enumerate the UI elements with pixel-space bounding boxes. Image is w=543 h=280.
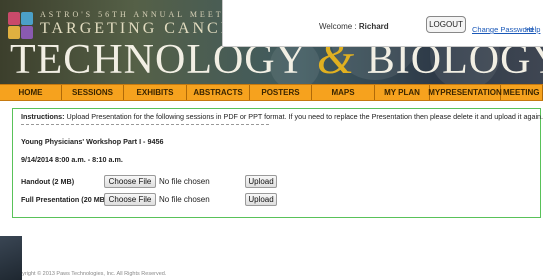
session-time: 9/14/2014 8:00 a.m. - 8:10 a.m. — [21, 155, 123, 164]
nav-posters[interactable]: POSTERS — [250, 85, 312, 100]
handout-file-status: No file chosen — [159, 177, 210, 186]
page-corner-shadow — [0, 236, 22, 280]
full-presentation-upload-button[interactable]: Upload — [245, 193, 277, 206]
handout-choose-file-button[interactable]: Choose File — [104, 175, 156, 188]
nav-exhibits[interactable]: EXHIBITS — [124, 85, 187, 100]
nav-home[interactable]: HOME — [0, 85, 62, 100]
nav-mypresentation[interactable]: MYPRESENTATION — [428, 85, 502, 100]
help-link[interactable]: Help — [525, 25, 540, 34]
main-nav: HOME SESSIONS EXHIBITS ABSTRACTS POSTERS… — [0, 84, 543, 101]
handout-label: Handout (2 MB) — [21, 177, 75, 186]
instructions-text: Upload Presentation for the following se… — [64, 112, 543, 121]
session-title: Young Physicians' Workshop Part I - 9456 — [21, 137, 164, 146]
nav-my-plan[interactable]: MY PLAN — [375, 85, 430, 100]
instructions: Instructions: Upload Presentation for th… — [21, 112, 543, 121]
instructions-label: Instructions: — [21, 112, 65, 121]
logout-button[interactable]: LOGOUT — [426, 16, 466, 33]
divider — [21, 124, 269, 125]
user-panel: Welcome : Richard LOGOUT Change Password… — [222, 0, 543, 47]
welcome-prefix: Welcome : — [319, 22, 359, 31]
nav-maps[interactable]: MAPS — [312, 85, 375, 100]
upload-panel: Instructions: Upload Presentation for th… — [12, 108, 543, 218]
nav-abstracts[interactable]: ABSTRACTS — [187, 85, 250, 100]
welcome-text: Welcome : Richard — [319, 22, 389, 31]
nav-sessions[interactable]: SESSIONS — [62, 85, 124, 100]
copyright-text: Copyright © 2013 Paws Technologies, Inc.… — [12, 271, 167, 277]
meeting-name: ASTRO'S 56TH ANNUAL MEETING — [40, 10, 247, 19]
full-presentation-file-status: No file chosen — [159, 195, 210, 204]
user-name: Richard — [358, 22, 389, 31]
full-presentation-label: Full Presentation (20 MB) — [21, 195, 108, 204]
full-presentation-choose-file-button[interactable]: Choose File — [104, 193, 156, 206]
page: ASTRO'S 56TH ANNUAL MEETING TARGETING CA… — [0, 0, 543, 280]
handout-upload-button[interactable]: Upload — [245, 175, 277, 188]
nav-meeting-information[interactable]: MEETING INFORMATION — [501, 85, 543, 100]
